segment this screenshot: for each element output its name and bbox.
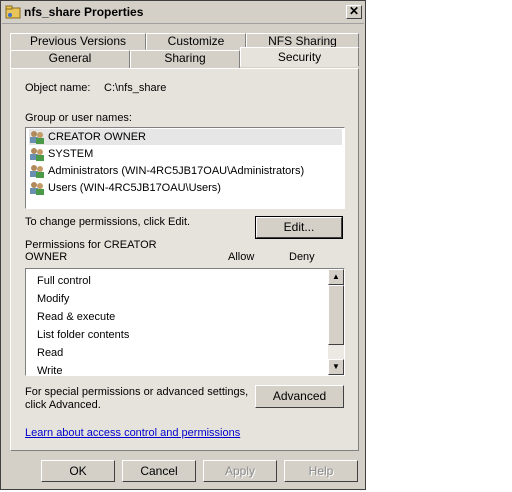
list-item: Write bbox=[37, 365, 63, 377]
close-button[interactable]: ✕ bbox=[346, 5, 362, 19]
properties-dialog: nfs_share Properties ✕ Previous Versions… bbox=[0, 0, 366, 490]
edit-button[interactable]: Edit... bbox=[255, 216, 343, 239]
ok-button[interactable]: OK bbox=[41, 460, 115, 482]
cancel-label: Cancel bbox=[140, 464, 178, 478]
tab-general[interactable]: General bbox=[10, 50, 130, 69]
permissions-label-line2: OWNER bbox=[25, 251, 68, 263]
list-item: Read & execute bbox=[37, 311, 116, 323]
tab-label: Previous Versions bbox=[29, 34, 127, 48]
tab-label: NFS Sharing bbox=[268, 34, 337, 48]
learn-link[interactable]: Learn about access control and permissio… bbox=[25, 427, 240, 439]
user-group-icon bbox=[30, 148, 44, 162]
user-group-icon bbox=[30, 165, 44, 179]
chevron-down-icon: ▼ bbox=[332, 362, 340, 371]
permissions-list[interactable]: Full control Modify Read & execute List … bbox=[25, 268, 345, 377]
group-name: Administrators (WIN-4RC5JB17OAU\Administ… bbox=[48, 165, 305, 177]
folder-share-icon bbox=[5, 5, 21, 19]
list-item: List folder contents bbox=[37, 329, 130, 341]
group-name: CREATOR OWNER bbox=[48, 131, 146, 143]
title-bar: nfs_share Properties ✕ bbox=[2, 2, 364, 24]
list-item: Full control bbox=[37, 275, 91, 287]
tab-label: Customize bbox=[167, 34, 225, 48]
close-icon: ✕ bbox=[348, 4, 360, 18]
group-name: SYSTEM bbox=[48, 148, 94, 160]
object-name-label: Object name: bbox=[25, 82, 91, 94]
user-group-icon bbox=[30, 131, 44, 145]
tab-security[interactable]: Security bbox=[240, 47, 359, 67]
advanced-hint-line2: click Advanced. bbox=[25, 399, 101, 411]
edit-hint: To change permissions, click Edit. bbox=[25, 216, 191, 228]
object-name-value: C:\nfs_share bbox=[104, 82, 167, 94]
tab-label: General bbox=[48, 51, 92, 65]
security-panel: Object name: C:\nfs_share Group or user … bbox=[10, 68, 359, 451]
scroll-thumb[interactable] bbox=[328, 285, 344, 345]
help-button[interactable]: Help bbox=[284, 460, 358, 482]
advanced-button[interactable]: Advanced bbox=[255, 385, 344, 408]
list-item[interactable]: SYSTEM bbox=[29, 146, 93, 162]
tab-customize[interactable]: Customize bbox=[146, 33, 246, 50]
apply-label: Apply bbox=[224, 464, 256, 478]
deny-header: Deny bbox=[289, 251, 315, 263]
advanced-button-label: Advanced bbox=[272, 389, 327, 403]
apply-button[interactable]: Apply bbox=[203, 460, 277, 482]
group-list[interactable]: CREATOR OWNER SYSTEM Administrators (WIN… bbox=[25, 127, 345, 209]
advanced-hint-line1: For special permissions or advanced sett… bbox=[25, 386, 249, 398]
list-item: Modify bbox=[37, 293, 70, 305]
window-title: nfs_share Properties bbox=[24, 5, 144, 19]
tab-label: Security bbox=[277, 50, 322, 64]
user-group-icon bbox=[30, 182, 44, 196]
edit-button-label: Edit... bbox=[283, 220, 315, 234]
tab-previous-versions[interactable]: Previous Versions bbox=[10, 33, 146, 50]
help-label: Help bbox=[308, 464, 334, 478]
ok-label: OK bbox=[69, 464, 87, 478]
list-item[interactable]: Administrators (WIN-4RC5JB17OAU\Administ… bbox=[29, 163, 304, 179]
cancel-button[interactable]: Cancel bbox=[122, 460, 196, 482]
list-item[interactable]: Users (WIN-4RC5JB17OAU\Users) bbox=[29, 180, 221, 196]
allow-header: Allow bbox=[228, 251, 255, 263]
scroll-up-button[interactable]: ▲ bbox=[328, 269, 344, 285]
group-name: Users (WIN-4RC5JB17OAU\Users) bbox=[48, 182, 221, 194]
group-names-label: Group or user names: bbox=[25, 112, 132, 124]
tab-label: Sharing bbox=[164, 51, 206, 65]
tab-sharing[interactable]: Sharing bbox=[130, 50, 240, 69]
chevron-up-icon: ▲ bbox=[332, 272, 340, 281]
permissions-label-line1: Permissions for CREATOR bbox=[25, 239, 157, 251]
list-item[interactable]: CREATOR OWNER bbox=[29, 129, 342, 145]
list-item: Read bbox=[37, 347, 64, 359]
permissions-scrollbar[interactable]: ▲ ▼ bbox=[328, 269, 344, 375]
scroll-down-button[interactable]: ▼ bbox=[328, 359, 344, 375]
